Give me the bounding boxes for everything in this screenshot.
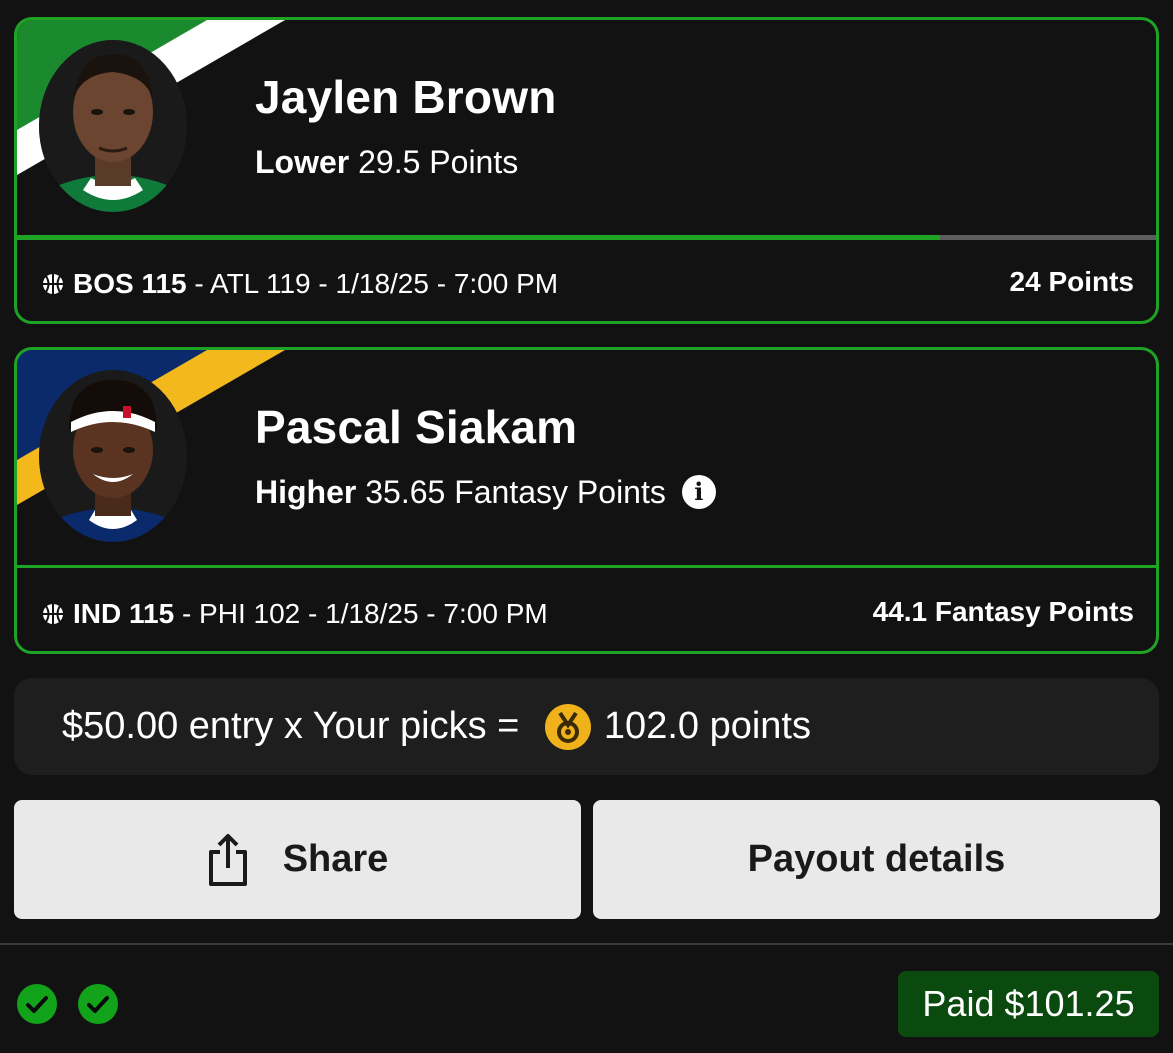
pick-line: Lower 29.5 Points xyxy=(255,144,518,181)
card-divider xyxy=(17,565,1156,568)
share-icon xyxy=(208,833,247,886)
result-value: 44.1 Fantasy Points xyxy=(872,596,1134,627)
pick-direction: Lower xyxy=(255,144,350,180)
game-info: IND 115 - PHI 102 - 1/18/25 - 7:00 PM xyxy=(41,598,548,630)
result-value: 24 Points xyxy=(1009,266,1134,297)
pick-line: Higher 35.65 Fantasy Points i xyxy=(255,474,716,511)
share-button-label: Share xyxy=(282,838,389,880)
progress-bar-fill xyxy=(17,235,940,240)
player-name: Jaylen Brown xyxy=(255,71,557,123)
payout-details-label: Payout details xyxy=(747,838,1006,880)
progress-bar xyxy=(17,235,1156,240)
check-icon xyxy=(78,984,118,1024)
player-avatar xyxy=(39,40,187,212)
check-icon xyxy=(17,984,57,1024)
paid-badge: Paid $101.25 xyxy=(898,971,1159,1037)
medal-icon xyxy=(544,703,591,750)
player-avatar xyxy=(39,370,187,542)
entry-summary-points: 102.0 points xyxy=(603,705,811,747)
pick-card-jaylen-brown[interactable]: Jaylen Brown Lower 29.5 Points BOS 115 -… xyxy=(14,17,1159,324)
entry-summary: $50.00 entry x Your picks = 102.0 points xyxy=(14,678,1159,775)
game-home-score: BOS 115 xyxy=(73,268,187,299)
game-info: BOS 115 - ATL 119 - 1/18/25 - 7:00 PM xyxy=(41,268,558,300)
footer-divider xyxy=(0,943,1173,945)
basketball-icon xyxy=(43,604,63,624)
pick-card-pascal-siakam[interactable]: Pascal Siakam Higher 35.65 Fantasy Point… xyxy=(14,347,1159,654)
info-icon[interactable]: i xyxy=(681,475,716,509)
basketball-icon xyxy=(43,274,63,294)
pick-direction: Higher xyxy=(255,474,357,510)
pick-stat-line: 29.5 Points xyxy=(358,144,519,180)
pick-stat-line: 35.65 Fantasy Points xyxy=(365,474,666,510)
player-name: Pascal Siakam xyxy=(255,401,578,453)
entry-summary-text: $50.00 entry x Your picks = xyxy=(62,705,530,747)
share-button[interactable]: Share xyxy=(14,800,581,919)
game-details: - PHI 102 - 1/18/25 - 7:00 PM xyxy=(174,598,548,629)
pick-card-header: Pascal Siakam Higher 35.65 Fantasy Point… xyxy=(17,350,1156,568)
game-home-score: IND 115 xyxy=(73,598,175,629)
game-details: - ATL 119 - 1/18/25 - 7:00 PM xyxy=(186,268,559,299)
payout-details-button[interactable]: Payout details xyxy=(593,800,1160,919)
pick-card-header: Jaylen Brown Lower 29.5 Points xyxy=(17,20,1156,238)
